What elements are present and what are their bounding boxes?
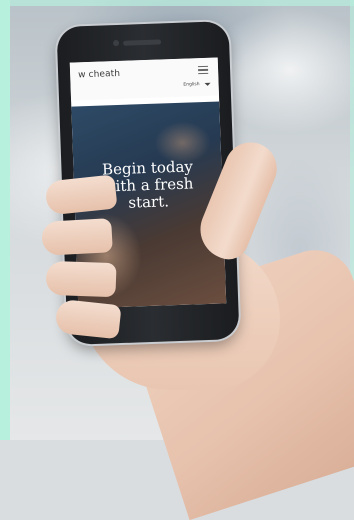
mint-border-top bbox=[0, 0, 354, 6]
finger-index bbox=[44, 174, 118, 216]
mint-border-left bbox=[0, 0, 10, 440]
front-camera bbox=[112, 39, 120, 47]
earpiece-speaker bbox=[123, 39, 162, 46]
app-logo[interactable]: w cheath bbox=[78, 69, 120, 80]
hamburger-icon[interactable] bbox=[197, 65, 209, 75]
chevron-down-icon bbox=[204, 82, 211, 86]
finger-middle bbox=[41, 218, 113, 256]
app-header: w cheath English bbox=[69, 57, 219, 101]
finger-ring bbox=[45, 260, 117, 298]
language-label: English bbox=[183, 82, 200, 88]
language-selector[interactable]: English bbox=[183, 82, 211, 88]
